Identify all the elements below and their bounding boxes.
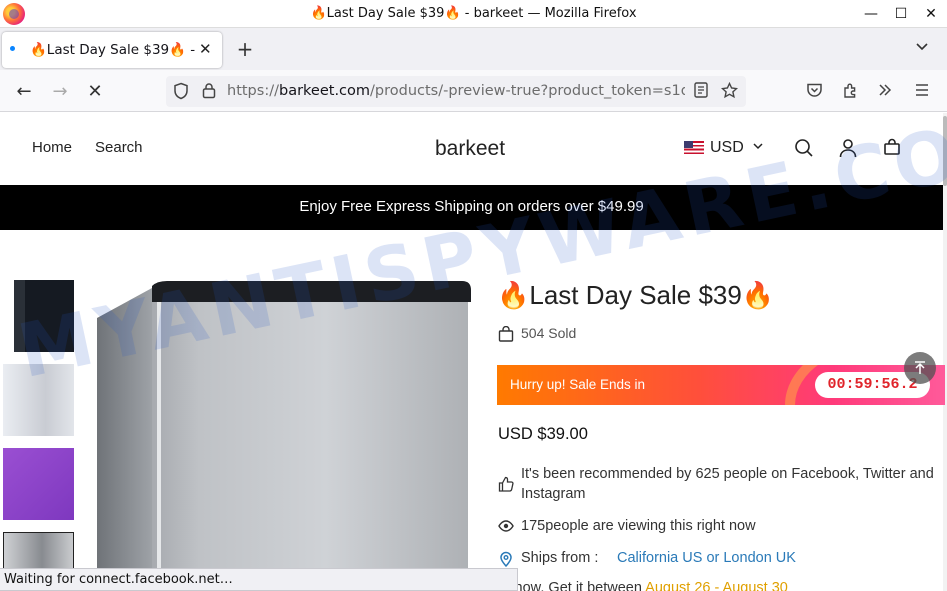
nav-search-link[interactable]: Search	[95, 139, 143, 156]
product-thumbnail[interactable]	[3, 448, 74, 520]
url-path: /products/-preview-true?product_token=s1…	[370, 83, 685, 99]
tab-title: 🔥Last Day Sale $39🔥 - barkeet	[30, 42, 198, 58]
extensions-icon[interactable]	[840, 82, 860, 102]
product-price: USD $39.00	[498, 425, 588, 443]
window-title: 🔥Last Day Sale $39🔥 - barkeet — Mozilla …	[310, 6, 637, 21]
product-thumbnail[interactable]	[14, 280, 74, 352]
url-text[interactable]: https://barkeet.com/products/-preview-tr…	[227, 83, 685, 99]
ships-from-value: California US or London UK	[617, 550, 796, 566]
new-tab-button[interactable]: +	[232, 36, 258, 62]
bookmark-star-icon[interactable]	[719, 81, 739, 102]
delivery-dates: August 26 - August 30	[645, 580, 788, 591]
status-text: Waiting for connect.facebook.net…	[4, 572, 233, 587]
eye-icon	[498, 518, 514, 534]
currency-selector[interactable]: USD	[710, 139, 744, 157]
product-thumbnail-selected[interactable]	[3, 532, 74, 572]
product-image[interactable]	[97, 278, 471, 588]
scrollbar-thumb[interactable]	[943, 116, 947, 186]
url-scheme: https://	[227, 83, 279, 99]
shield-icon[interactable]	[171, 82, 191, 102]
location-pin-icon	[498, 551, 514, 568]
back-to-top-button[interactable]	[904, 352, 936, 384]
maximize-button[interactable]: ☐	[888, 3, 914, 25]
arrow-up-icon	[915, 361, 925, 374]
viewers-text: 175people are viewing this right now	[521, 518, 756, 534]
bag-icon	[498, 325, 514, 342]
thumbs-up-icon	[498, 476, 514, 492]
overflow-icon[interactable]	[875, 82, 895, 102]
countdown-label: Hurry up! Sale Ends in	[510, 377, 646, 392]
close-window-button[interactable]: ✕	[918, 3, 944, 25]
sold-count: 504 Sold	[521, 325, 577, 341]
tab-close-button[interactable]: ✕	[199, 40, 212, 58]
site-logo[interactable]: barkeet	[435, 137, 505, 161]
url-domain: barkeet.com	[278, 83, 371, 99]
menu-icon[interactable]	[912, 82, 932, 102]
ships-from-label: Ships from :	[521, 550, 599, 566]
chevron-down-icon[interactable]	[752, 140, 764, 155]
account-icon[interactable]	[838, 138, 858, 162]
chevron-down-icon	[916, 43, 928, 51]
us-flag-icon	[684, 141, 704, 154]
stop-button[interactable]: ✕	[81, 78, 109, 106]
search-icon[interactable]	[794, 138, 814, 162]
recommendation-text: It's been recommended by 625 people on F…	[521, 466, 934, 502]
nav-home-link[interactable]: Home	[32, 139, 72, 156]
lock-icon[interactable]	[199, 82, 219, 102]
back-button[interactable]: ←	[10, 78, 38, 106]
pocket-icon[interactable]	[804, 82, 824, 102]
loading-dot-icon	[10, 46, 15, 51]
cart-icon[interactable]	[883, 138, 901, 160]
forward-button[interactable]: →	[46, 78, 74, 106]
product-thumbnail[interactable]	[3, 364, 74, 436]
list-all-tabs-button[interactable]	[914, 38, 930, 58]
reader-icon[interactable]	[691, 82, 711, 102]
minimize-button[interactable]: —	[858, 3, 884, 25]
shipping-banner-text: Enjoy Free Express Shipping on orders ov…	[299, 198, 644, 215]
product-title: 🔥Last Day Sale $39🔥	[497, 280, 775, 310]
delivery-estimate: y it now, Get it between August 26 - Aug…	[492, 580, 788, 591]
